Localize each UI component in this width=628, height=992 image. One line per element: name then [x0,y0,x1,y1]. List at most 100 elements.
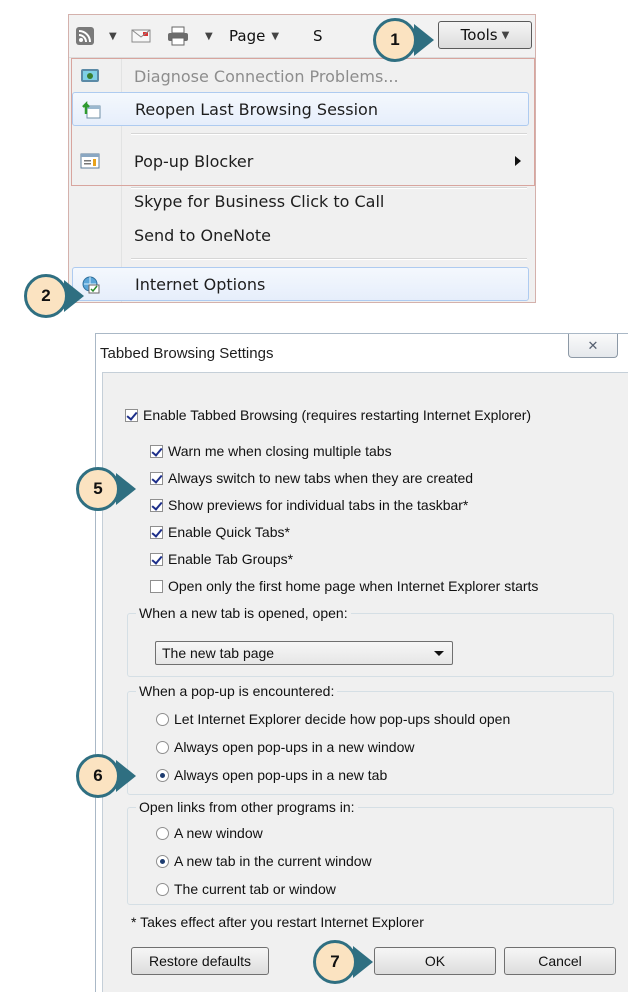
callout-step-6: 6 [76,754,120,798]
radio-circle[interactable] [156,854,169,868]
show-tab-previews-checkbox[interactable]: Show previews for individual tabs in the… [150,497,468,513]
safety-menu-label: S [313,27,323,45]
feeds-dropdown[interactable]: ▼ [109,15,117,57]
cancel-button[interactable]: Cancel [504,947,616,975]
menu-separator [131,258,527,260]
new-tab-open-select[interactable]: The new tab page [155,641,453,665]
select-value: The new tab page [162,645,275,661]
menu-item-reopen-session[interactable]: Reopen Last Browsing Session [72,92,529,126]
close-button[interactable]: ✕ [568,334,618,358]
button-label: Restore defaults [149,953,251,969]
checkbox-box[interactable] [150,579,163,593]
callout-pointer [414,24,434,56]
chevron-down-icon [434,651,444,656]
links-new-tab-radio[interactable]: A new tab in the current window [156,853,372,869]
footnote-text: * Takes effect after you restart Interne… [131,914,424,930]
menu-item-popup-blocker[interactable]: Pop-up Blocker [72,144,529,178]
tools-dropdown-menu: Diagnose Connection Problems... Reopen L… [69,58,535,302]
checkbox-box[interactable] [150,552,163,566]
page-menu-label: Page [229,27,266,45]
radio-circle[interactable] [156,768,169,782]
menu-item-internet-options[interactable]: Internet Options [72,267,529,301]
enable-tabbed-browsing-checkbox[interactable]: Enable Tabbed Browsing (requires restart… [125,407,531,423]
popup-ie-decide-radio[interactable]: Let Internet Explorer decide how pop-ups… [156,711,510,727]
group-legend: When a pop-up is encountered: [136,683,338,699]
menu-item-send-to-onenote[interactable]: Send to OneNote [72,218,529,252]
radio-label: A new tab in the current window [174,853,372,869]
callout-step-2: 2 [24,274,68,318]
chevron-down-icon: ▼ [501,29,510,41]
safety-menu-button[interactable]: S [313,15,323,57]
menu-item-label: Internet Options [135,274,266,294]
radio-label: The current tab or window [174,881,336,897]
checkbox-box[interactable] [150,525,163,539]
radio-circle[interactable] [156,712,169,726]
submenu-arrow-icon [515,156,521,166]
feeds-button[interactable] [75,15,95,57]
checkbox-label: Always switch to new tabs when they are … [168,470,474,486]
tools-menu-screenshot: ▼ ▼ Page ▼ S Tools ▼ Diagnose Connection… [68,14,536,303]
menu-item-skype-click-to-call[interactable]: Skype for Business Click to Call [72,184,529,218]
dialog-body: Enable Tabbed Browsing (requires restart… [102,372,628,992]
group-legend: Open links from other programs in: [136,799,358,815]
internet-options-icon [82,276,100,294]
group-legend: When a new tab is opened, open: [136,605,351,621]
menu-item-label: Skype for Business Click to Call [134,191,385,211]
links-new-window-radio[interactable]: A new window [156,825,263,841]
checkbox-label: Warn me when closing multiple tabs [168,443,392,459]
enable-quick-tabs-checkbox[interactable]: Enable Quick Tabs* [150,524,290,540]
radio-circle[interactable] [156,882,169,896]
checkbox-box[interactable] [150,498,163,512]
radio-circle[interactable] [156,740,169,754]
warn-closing-tabs-checkbox[interactable]: Warn me when closing multiple tabs [150,443,392,459]
callout-step-5: 5 [76,467,120,511]
tools-menu-button[interactable]: Tools ▼ [438,21,532,49]
print-button[interactable] [167,15,189,57]
close-icon: ✕ [587,337,599,353]
printer-icon [168,26,188,46]
radio-label: Always open pop-ups in a new window [174,739,415,755]
links-current-tab-radio[interactable]: The current tab or window [156,881,336,897]
menu-item-label: Pop-up Blocker [134,151,254,171]
callout-step-7: 7 [313,940,357,984]
dialog-title: Tabbed Browsing Settings [100,345,274,362]
checkbox-box[interactable] [150,471,163,485]
radio-circle[interactable] [156,826,169,840]
button-label: Cancel [538,953,582,969]
tabbed-browsing-settings-dialog: Tabbed Browsing Settings ✕ Enable Tabbed… [95,333,628,992]
checkbox-label: Enable Quick Tabs* [168,524,290,540]
popup-new-tab-radio[interactable]: Always open pop-ups in a new tab [156,767,387,783]
radio-label: Let Internet Explorer decide how pop-ups… [174,711,511,727]
enable-tab-groups-checkbox[interactable]: Enable Tab Groups* [150,551,293,567]
callout-number: 2 [41,286,51,305]
ok-button[interactable]: OK [374,947,496,975]
mail-icon [131,29,151,43]
reopen-session-icon [82,100,101,119]
rss-feed-icon [76,27,94,45]
menu-separator [131,133,527,135]
command-bar: ▼ ▼ Page ▼ S Tools ▼ [69,15,535,58]
menu-item-label: Diagnose Connection Problems... [134,66,399,86]
radio-label: Always open pop-ups in a new tab [174,767,388,783]
page-menu-button[interactable]: Page ▼ [229,15,279,57]
checkbox-label: Enable Tabbed Browsing (requires restart… [143,407,532,423]
checkbox-label: Enable Tab Groups* [168,551,294,567]
popup-new-window-radio[interactable]: Always open pop-ups in a new window [156,739,414,755]
always-switch-new-tabs-checkbox[interactable]: Always switch to new tabs when they are … [150,470,473,486]
checkbox-label: Show previews for individual tabs in the… [168,497,469,513]
menu-item-label: Send to OneNote [134,225,271,245]
callout-step-1: 1 [373,18,417,62]
checkbox-box[interactable] [125,408,138,422]
open-first-home-page-checkbox[interactable]: Open only the first home page when Inter… [150,578,538,594]
read-mail-button[interactable] [131,15,151,57]
checkbox-box[interactable] [150,444,163,458]
menu-item-diagnose-connection[interactable]: Diagnose Connection Problems... [72,59,529,93]
network-diagnose-icon [81,69,99,82]
callout-number: 5 [93,479,103,498]
restore-defaults-button[interactable]: Restore defaults [131,947,269,975]
callout-number: 6 [93,766,103,785]
print-dropdown[interactable]: ▼ [205,15,213,57]
checkbox-label: Open only the first home page when Inter… [168,578,539,594]
popup-blocker-icon [80,153,100,169]
callout-number: 7 [330,952,340,971]
